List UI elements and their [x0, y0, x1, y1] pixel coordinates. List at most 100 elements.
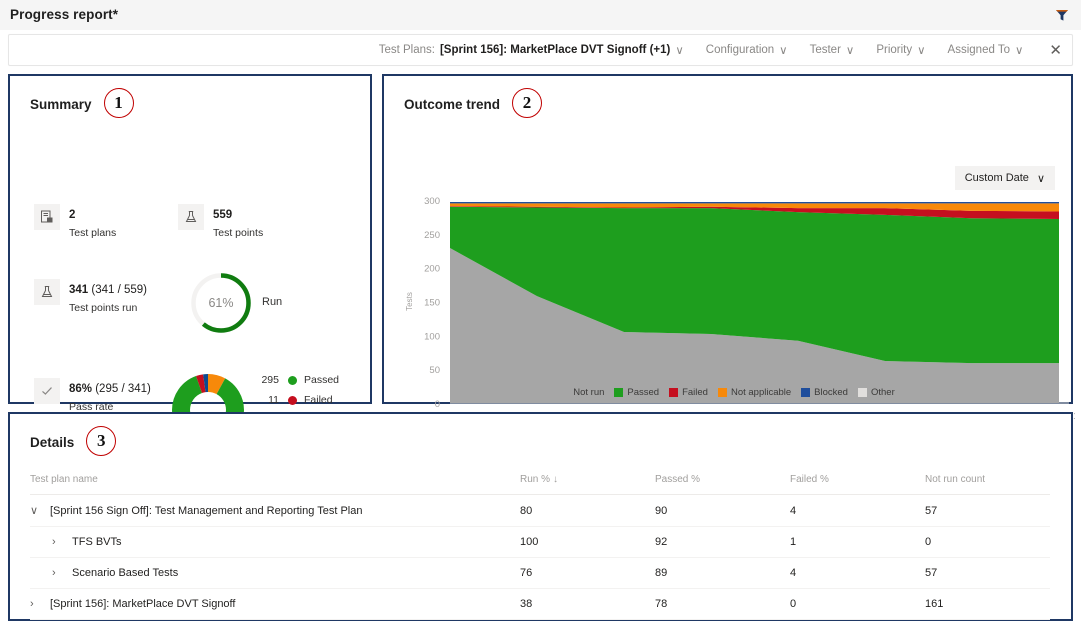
- donut-legend-count: 295: [253, 374, 279, 386]
- stat-test-points-label: Test points: [213, 227, 263, 239]
- run-pct-cell: 100: [520, 527, 655, 558]
- summary-panel: Summary 1 2 Test plans: [8, 74, 372, 404]
- filter-bar: Test Plans: [Sprint 156]: MarketPlace DV…: [8, 34, 1073, 66]
- chevron-right-icon[interactable]: ›: [30, 598, 42, 610]
- col-header-failed-pct[interactable]: Failed %: [790, 468, 925, 495]
- svg-text:150: 150: [424, 298, 440, 309]
- test-plan-name: Scenario Based Tests: [72, 567, 178, 579]
- donut-legend-label: Failed: [304, 394, 333, 406]
- close-filter-bar-icon[interactable]: ✕: [1049, 43, 1062, 58]
- summary-title: Summary: [30, 97, 92, 112]
- table-row[interactable]: ∨ [Sprint 156 Sign Off]: Test Management …: [30, 495, 1050, 527]
- page-title: Progress report*: [10, 7, 118, 22]
- filter-assigned-to-label: Assigned To: [948, 44, 1010, 56]
- passed-pct-cell: 89: [655, 558, 790, 589]
- details-table-body: ∨ [Sprint 156 Sign Off]: Test Management …: [30, 495, 1050, 620]
- chevron-right-icon[interactable]: ›: [52, 536, 64, 548]
- chart-legend-swatch: [614, 388, 623, 397]
- col-header-not-run-count[interactable]: Not run count: [925, 468, 1050, 495]
- table-row[interactable]: ›Scenario Based Tests7689457: [30, 558, 1050, 589]
- chart-legend-item[interactable]: Not applicable: [718, 387, 791, 398]
- not-run-count-cell: 57: [925, 495, 1050, 527]
- flask-icon: [34, 279, 60, 305]
- filter-tester[interactable]: Tester ∨: [810, 43, 855, 57]
- failed-pct-cell: 4: [790, 495, 925, 527]
- filter-test-plans-value: [Sprint 156]: MarketPlace DVT Signoff (+…: [440, 44, 670, 56]
- run-gauge-caption: Run: [262, 296, 282, 308]
- chart-legend-item[interactable]: Blocked: [801, 387, 848, 398]
- test-plan-name: [Sprint 156 Sign Off]: Test Management a…: [50, 505, 362, 517]
- trend-title: Outcome trend: [404, 97, 500, 112]
- failed-pct-cell: 0: [790, 589, 925, 620]
- donut-legend-label: Passed: [304, 374, 339, 386]
- run-percent-label: 61%: [188, 270, 254, 336]
- table-row[interactable]: ›TFS BVTs1009210: [30, 527, 1050, 558]
- outcome-trend-panel: Outcome trend 2 Custom Date ∨ 0501001502…: [382, 74, 1073, 404]
- details-header: Details 3: [30, 428, 116, 456]
- svg-text:0: 0: [435, 399, 440, 410]
- filter-configuration-label: Configuration: [706, 44, 774, 56]
- svg-text:200: 200: [424, 264, 440, 275]
- filter-priority-label: Priority: [876, 44, 912, 56]
- details-panel: Details 3 Test plan name Run %↓ Passed %…: [8, 412, 1073, 621]
- svg-text:250: 250: [424, 230, 440, 241]
- passed-pct-cell: 78: [655, 589, 790, 620]
- flask-icon: [178, 204, 204, 230]
- not-run-count-cell: 57: [925, 558, 1050, 589]
- filter-test-plans-label: Test Plans:: [379, 44, 435, 56]
- report-page: Progress report* Test Plans: [Sprint 156…: [0, 0, 1081, 629]
- svg-text:100: 100: [424, 331, 440, 342]
- details-table-header: Test plan name Run %↓ Passed % Failed % …: [30, 468, 1050, 495]
- chevron-down-icon[interactable]: ∨: [30, 504, 42, 517]
- stat-test-points-run: 341 (341 / 559) Test points run: [34, 279, 147, 316]
- test-plan-name: [Sprint 156]: MarketPlace DVT Signoff: [50, 598, 235, 610]
- chart-legend-label: Failed: [682, 387, 708, 398]
- chart-legend-item[interactable]: Failed: [669, 387, 708, 398]
- chart-legend-label: Not applicable: [731, 387, 791, 398]
- col-header-run-pct[interactable]: Run %↓: [520, 468, 655, 495]
- chart-legend-swatch: [801, 388, 810, 397]
- filter-test-plans[interactable]: Test Plans: [Sprint 156]: MarketPlace DV…: [379, 43, 684, 57]
- stat-test-points-run-value: 341 (341 / 559): [69, 284, 147, 296]
- chevron-down-icon: ∨: [675, 43, 683, 57]
- chart-legend-label: Not run: [573, 387, 604, 398]
- details-title: Details: [30, 435, 74, 450]
- filter-icon[interactable]: [1051, 4, 1073, 26]
- chart-legend-item[interactable]: Other: [858, 387, 895, 398]
- title-bar: Progress report*: [0, 0, 1081, 30]
- svg-text:300: 300: [424, 196, 440, 207]
- callout-badge-2: 2: [512, 88, 542, 118]
- table-row[interactable]: ›[Sprint 156]: MarketPlace DVT Signoff38…: [30, 589, 1050, 620]
- filter-priority[interactable]: Priority ∨: [876, 43, 925, 57]
- chevron-down-icon: ∨: [1037, 172, 1045, 185]
- details-table: Test plan name Run %↓ Passed % Failed % …: [30, 468, 1050, 620]
- filter-configuration[interactable]: Configuration ∨: [706, 43, 788, 57]
- summary-header: Summary 1: [30, 90, 134, 118]
- chart-legend-label: Blocked: [814, 387, 848, 398]
- passed-pct-cell: 90: [655, 495, 790, 527]
- col-header-passed-pct[interactable]: Passed %: [655, 468, 790, 495]
- chevron-right-icon[interactable]: ›: [52, 567, 64, 579]
- donut-legend-item: 11Failed: [253, 392, 370, 408]
- svg-text:Tests: Tests: [405, 292, 414, 311]
- stat-test-points-value: 559: [213, 209, 232, 221]
- chevron-down-icon: ∨: [1015, 43, 1023, 57]
- stat-test-points-run-label: Test points run: [69, 302, 137, 314]
- run-percent-gauge: 61%: [188, 270, 254, 336]
- date-range-label: Custom Date: [965, 172, 1029, 184]
- stat-test-plans: 2 Test plans: [34, 204, 116, 241]
- chart-legend-item[interactable]: Passed: [614, 387, 659, 398]
- chevron-down-icon: ∨: [779, 43, 787, 57]
- passed-pct-cell: 92: [655, 527, 790, 558]
- chart-legend-item[interactable]: Not run: [560, 387, 604, 398]
- chart-legend-swatch: [669, 388, 678, 397]
- date-range-dropdown[interactable]: Custom Date ∨: [955, 166, 1055, 190]
- callout-badge-3: 3: [86, 426, 116, 456]
- trend-header: Outcome trend 2: [404, 90, 542, 118]
- chart-legend-label: Other: [871, 387, 895, 398]
- col-header-test-plan-name[interactable]: Test plan name: [30, 468, 520, 495]
- row-name-cell: › Scenario Based Tests: [30, 567, 520, 579]
- chart-legend-label: Passed: [627, 387, 659, 398]
- row-name-cell: ›TFS BVTs: [30, 536, 520, 548]
- filter-assigned-to[interactable]: Assigned To ∨: [948, 43, 1024, 57]
